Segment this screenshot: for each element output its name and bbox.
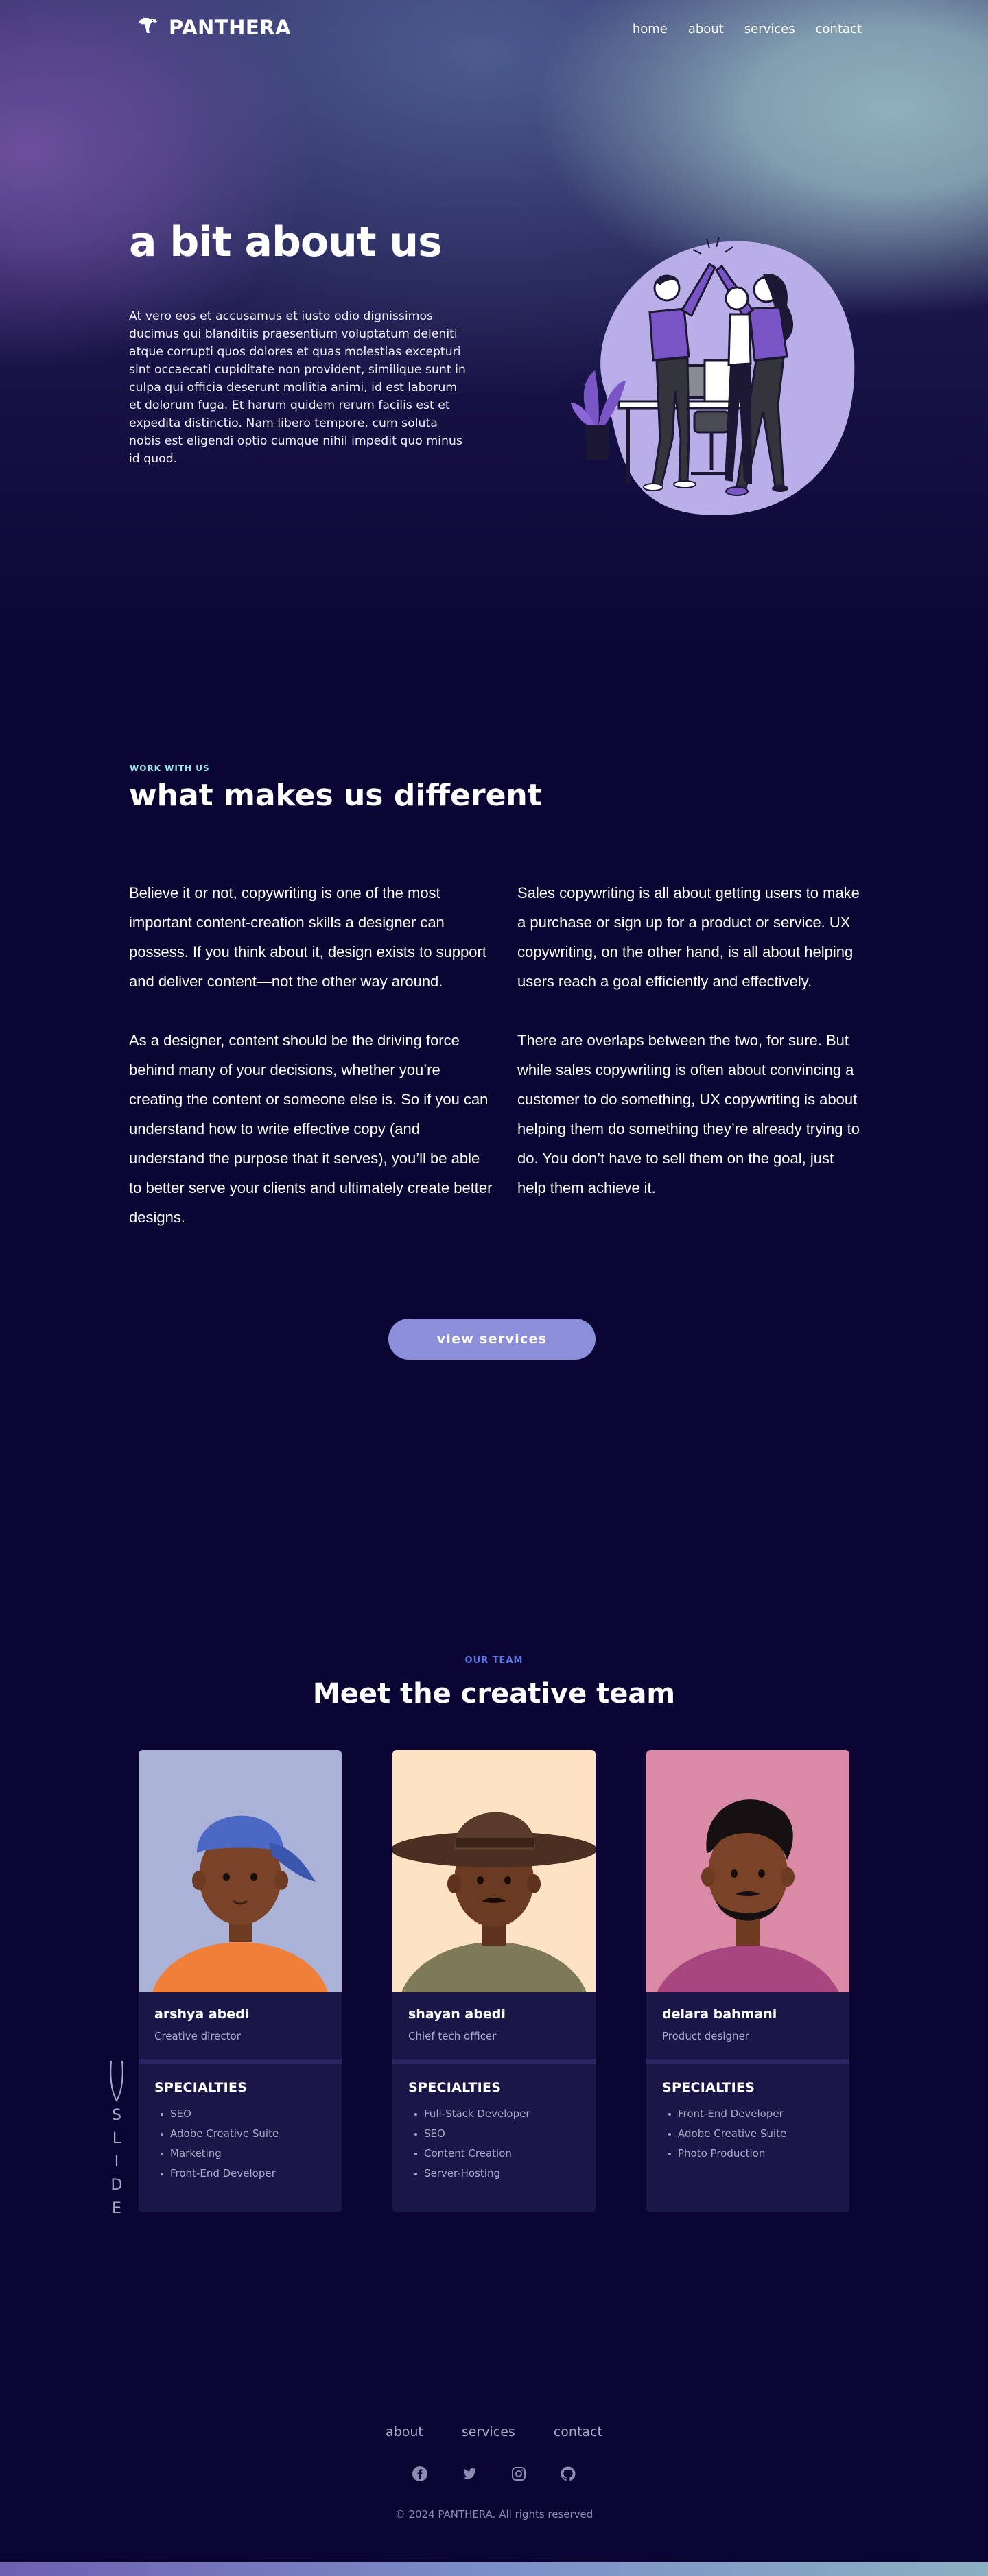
list-item: Server-Hosting [414, 2164, 530, 2184]
divider [646, 2059, 849, 2064]
footer-contact[interactable]: contact [554, 2424, 602, 2439]
team-card-delara[interactable]: delara bahmani Product designer SPECIALT… [646, 1750, 849, 2212]
list-item: Adobe Creative Suite [668, 2124, 786, 2144]
footer-links: about services contact [0, 2424, 988, 2439]
slide-hint[interactable]: S L I D E [104, 2057, 129, 2225]
text-column-right: Sales copywriting is all about getting u… [517, 878, 860, 1232]
high-five-illustration [571, 237, 855, 515]
team-eyebrow: OUR TEAM [464, 1655, 524, 1666]
top-nav: PANTHERA home about services contact [0, 0, 988, 59]
slide-letter: E [112, 2200, 121, 2217]
section-title: what makes us different [129, 778, 542, 813]
list-item: Marketing [160, 2144, 279, 2164]
down-arrow-icon [110, 2060, 124, 2103]
team-title: Meet the creative team [312, 1678, 676, 1710]
list-item: SEO [160, 2104, 279, 2124]
specialties-list: Full-Stack Developer SEO Content Creatio… [414, 2104, 530, 2184]
list-item: Full-Stack Developer [414, 2104, 530, 2124]
facebook-icon[interactable] [412, 2466, 428, 2482]
specialties-list: Front-End Developer Adobe Creative Suite… [668, 2104, 786, 2164]
specialties-heading: SPECIALTIES [662, 2080, 755, 2095]
hero-body: At vero eos et accusamus et iusto odio d… [129, 309, 466, 466]
nav-links: home about services contact [633, 22, 862, 36]
team-card-shayan[interactable]: shayan abedi Chief tech officer SPECIALT… [392, 1750, 596, 2212]
paragraph: Sales copywriting is all about getting u… [517, 884, 860, 990]
list-item: Front-End Developer [160, 2164, 279, 2184]
section-eyebrow: WORK WITH US [130, 764, 210, 773]
list-item: SEO [414, 2124, 530, 2144]
list-item: Adobe Creative Suite [160, 2124, 279, 2144]
slide-letter: D [111, 2177, 123, 2194]
slide-letter: S [112, 2107, 121, 2124]
member-name: shayan abedi [408, 2007, 506, 2022]
copyright: © 2024 PANTHERA. All rights reserved [395, 2508, 593, 2520]
hero-title: a bit about us [129, 218, 443, 266]
member-role: Product designer [662, 2030, 749, 2042]
logo[interactable]: PANTHERA [134, 12, 291, 43]
github-icon[interactable] [560, 2466, 576, 2482]
member-role: Chief tech officer [408, 2030, 497, 2042]
twitter-icon[interactable] [461, 2466, 478, 2482]
panther-logo-icon [139, 17, 157, 33]
specialties-heading: SPECIALTIES [408, 2080, 502, 2095]
paragraph: There are overlaps between the two, for … [517, 1032, 860, 1196]
list-item: Content Creation [414, 2144, 530, 2164]
avatar [392, 1750, 596, 1992]
team-card-arshya[interactable]: arshya abedi Creative director SPECIALTI… [139, 1750, 342, 2212]
brand-name: PANTHERA [169, 16, 291, 39]
specialties-list: SEO Adobe Creative Suite Marketing Front… [160, 2104, 279, 2184]
footer-services[interactable]: services [462, 2424, 515, 2439]
footer-about[interactable]: about [386, 2424, 423, 2439]
paragraph: As a designer, content should be the dri… [129, 1032, 493, 1226]
text-column-left: Believe it or not, copywriting is one of… [129, 878, 493, 1262]
slide-letter: L [113, 2130, 121, 2147]
nav-contact[interactable]: contact [816, 22, 862, 36]
avatar [139, 1750, 342, 1992]
divider [392, 2059, 596, 2064]
list-item: Front-End Developer [668, 2104, 786, 2124]
specialties-heading: SPECIALTIES [154, 2080, 248, 2095]
instagram-icon[interactable] [510, 2466, 527, 2482]
list-item: Photo Production [668, 2144, 786, 2164]
nav-services[interactable]: services [744, 22, 795, 36]
avatar [646, 1750, 849, 1992]
slide-letter: I [115, 2153, 119, 2171]
member-role: Creative director [154, 2030, 241, 2042]
nav-about[interactable]: about [688, 22, 724, 36]
view-services-button[interactable]: view services [388, 1319, 596, 1360]
paragraph: Believe it or not, copywriting is one of… [129, 884, 486, 990]
member-name: delara bahmani [662, 2007, 777, 2022]
bottom-gradient-bar [0, 2562, 988, 2576]
divider [139, 2059, 342, 2064]
social-links [0, 2466, 988, 2482]
nav-home[interactable]: home [633, 22, 668, 36]
member-name: arshya abedi [154, 2007, 250, 2022]
